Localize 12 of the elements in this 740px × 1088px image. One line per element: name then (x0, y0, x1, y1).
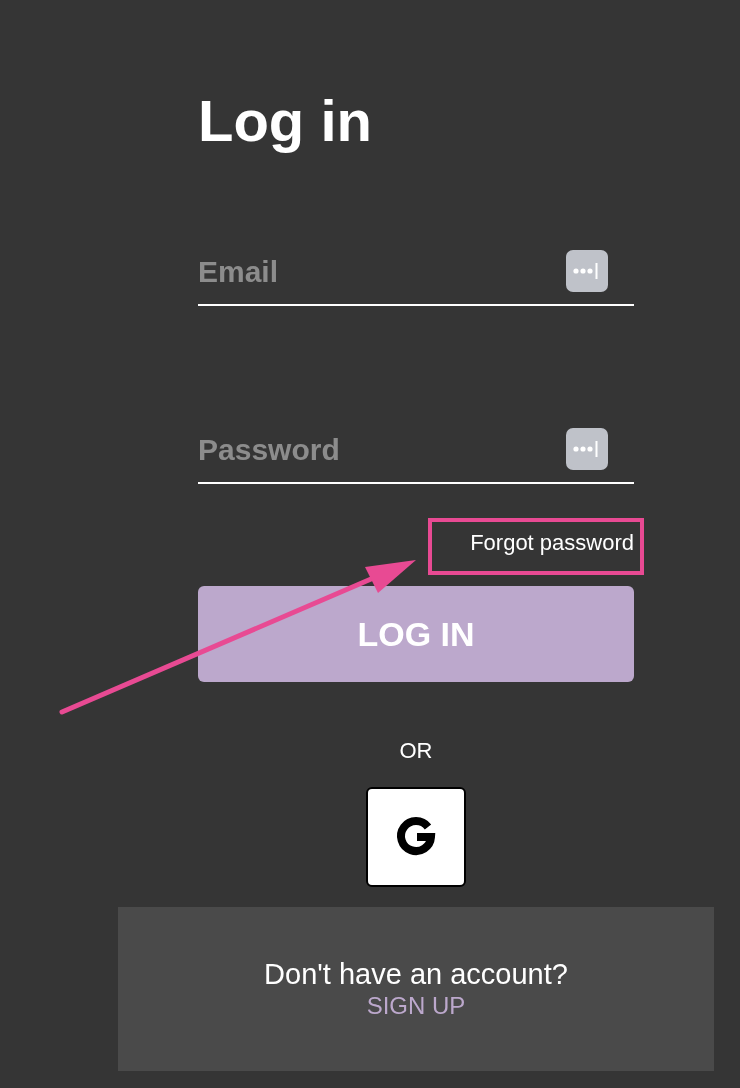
forgot-password-link[interactable]: Forgot password (470, 528, 634, 558)
page-title: Log in (198, 87, 372, 155)
email-field[interactable]: Email (198, 248, 566, 302)
google-signin-button[interactable] (366, 787, 466, 887)
password-dots-icon[interactable] (566, 250, 608, 292)
signup-link[interactable]: SIGN UP (366, 991, 466, 1021)
g-logo-icon (395, 816, 437, 858)
login-button[interactable]: LOG IN (198, 586, 634, 682)
signup-prompt: Don't have an account? (264, 957, 568, 991)
password-dots-icon[interactable] (566, 428, 608, 470)
or-divider-text: OR (399, 737, 433, 765)
password-field[interactable]: Password (198, 426, 566, 480)
